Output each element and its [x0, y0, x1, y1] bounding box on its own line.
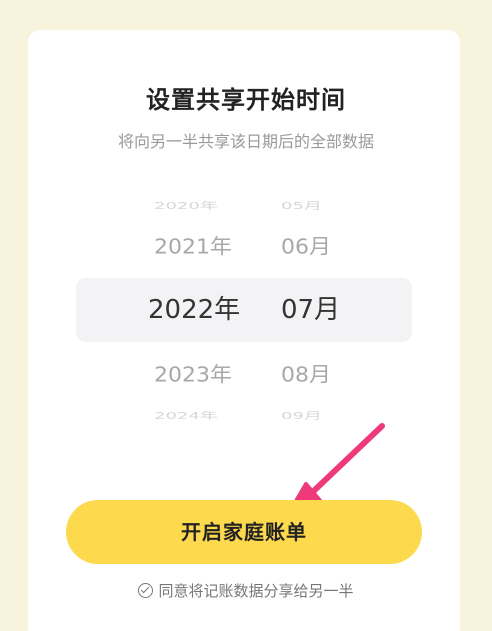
picker-year[interactable]: 2023年 — [154, 358, 232, 395]
picker-year-selected[interactable]: 2022年 — [148, 290, 240, 330]
picker-month-selected[interactable]: 07月 — [281, 290, 340, 330]
picker-row[interactable]: 2020年 05月 — [76, 186, 416, 226]
agreement-row[interactable]: 同意将记账数据分享给另一半 — [0, 580, 492, 601]
picker-row-selected[interactable]: 2022年 07月 — [76, 290, 416, 330]
picker-row[interactable]: 2023年 08月 — [76, 356, 416, 396]
picker-row[interactable]: 2021年 06月 — [76, 228, 416, 268]
picker-month[interactable]: 06月 — [281, 230, 331, 267]
picker-month[interactable]: 05月 — [281, 195, 322, 217]
check-circle-icon[interactable] — [138, 583, 154, 598]
picker-year[interactable]: 2020年 — [154, 195, 218, 217]
picker-month[interactable]: 08月 — [281, 358, 331, 395]
dialog-subtitle: 将向另一半共享该日期后的全部数据 — [117, 132, 374, 151]
picker-year[interactable]: 2024年 — [154, 405, 218, 427]
open-family-bill-button[interactable]: 开启家庭账单 — [66, 500, 422, 564]
date-picker[interactable]: 2020年 05月 2021年 06月 2022年 07月 2023年 08月 … — [76, 186, 416, 426]
dialog-title: 设置共享开始时间 — [146, 86, 346, 114]
picker-year[interactable]: 2021年 — [154, 230, 232, 267]
agreement-label: 同意将记账数据分享给另一半 — [158, 582, 354, 600]
